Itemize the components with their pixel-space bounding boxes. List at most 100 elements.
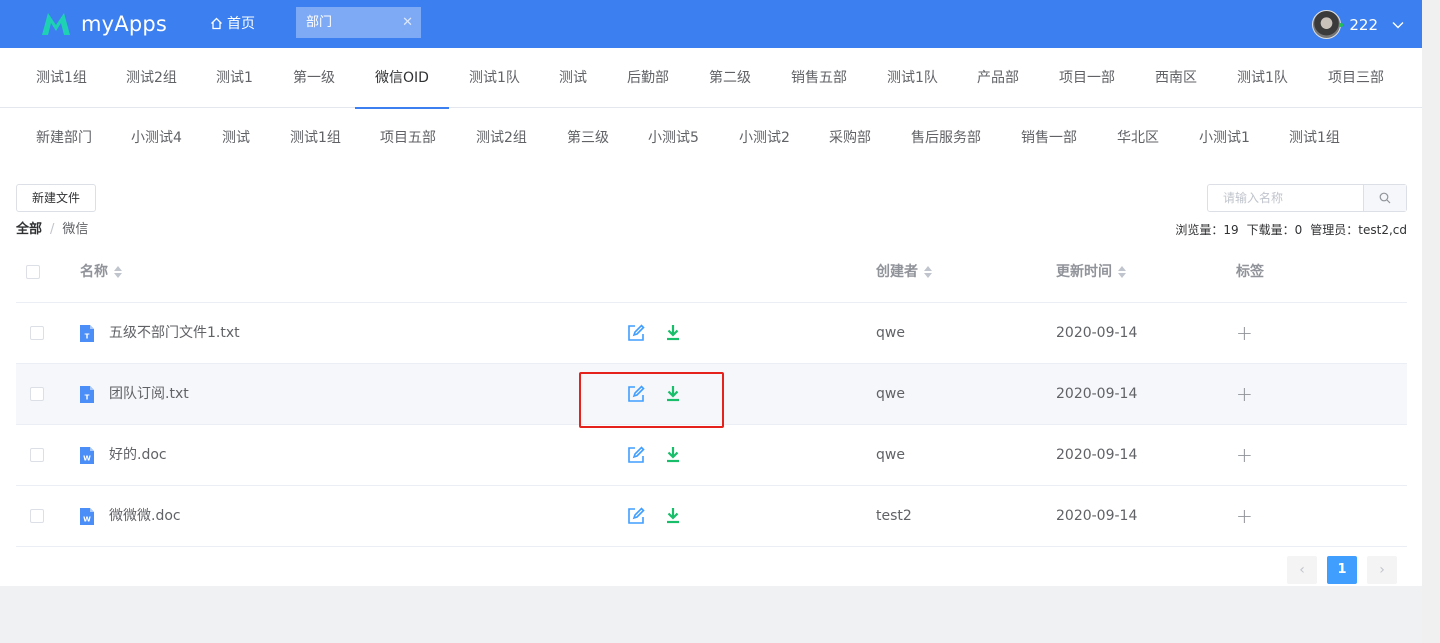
new-file-button[interactable]: 新建文件 [16, 184, 96, 212]
column-updated-label: 更新时间 [1056, 264, 1112, 280]
select-all-checkbox[interactable] [26, 265, 40, 279]
department-tab[interactable]: 后勤部 [627, 48, 669, 108]
sort-icon[interactable] [1118, 266, 1126, 278]
column-header-tags: 标签 [1236, 264, 1264, 280]
user-name: 222 [1349, 15, 1378, 34]
department-tab[interactable]: 采购部 [829, 108, 871, 168]
stats-bar: 浏览量：19 下载量：0 管理员：test2,cd [1167, 221, 1407, 238]
doc-file-icon: W [80, 508, 94, 525]
file-name[interactable]: 团队订阅.txt [109, 364, 189, 425]
download-icon[interactable] [663, 323, 683, 343]
department-tab[interactable]: 测试1 [216, 48, 253, 108]
column-header-creator[interactable]: 创建者 [876, 242, 932, 303]
creator-cell: test2 [876, 508, 912, 524]
row-checkbox[interactable] [30, 387, 44, 401]
add-tag-button[interactable]: + [1236, 486, 1253, 547]
table-row[interactable]: W 微微微.doc test2 2020-09-14 + [16, 486, 1407, 547]
creator-cell: qwe [876, 386, 905, 402]
department-tab[interactable]: 测试2组 [476, 108, 527, 168]
scrollbar-track[interactable] [1422, 0, 1440, 643]
search-button[interactable] [1363, 185, 1406, 211]
department-tab[interactable]: 微信OID [355, 48, 449, 109]
department-tab[interactable]: 销售五部 [791, 48, 847, 108]
download-icon[interactable] [663, 445, 683, 465]
department-tab[interactable]: 测试 [559, 48, 587, 108]
chevron-down-icon[interactable] [1392, 21, 1404, 29]
downloads-count: 下载量：0 [1246, 223, 1303, 237]
department-tab[interactable]: 西南区 [1155, 48, 1197, 108]
add-tag-button[interactable]: + [1236, 303, 1253, 364]
department-tab[interactable]: 小测试5 [648, 108, 699, 168]
department-tab[interactable]: 售后服务部 [911, 108, 981, 168]
close-icon[interactable]: ✕ [402, 7, 413, 38]
department-tab[interactable]: 测试1队 [887, 48, 938, 108]
row-checkbox[interactable] [30, 509, 44, 523]
next-page-button[interactable]: › [1367, 556, 1397, 584]
file-name-cell[interactable]: W 微微微.doc [80, 486, 181, 547]
department-tab[interactable]: 小测试2 [739, 108, 790, 168]
doc-file-icon: W [80, 447, 94, 464]
home-label: 首页 [227, 16, 255, 32]
row-actions [626, 323, 700, 343]
file-name-cell[interactable]: T 五级不部门文件1.txt [80, 303, 240, 364]
txt-file-icon: T [80, 325, 94, 342]
download-icon[interactable] [663, 506, 683, 526]
department-tab[interactable]: 测试1组 [36, 48, 87, 108]
department-tab[interactable]: 项目一部 [1059, 48, 1115, 108]
department-tab[interactable]: 测试1组 [1289, 108, 1340, 168]
add-tag-button[interactable]: + [1236, 364, 1253, 425]
prev-page-button[interactable]: ‹ [1287, 556, 1317, 584]
column-header-updated[interactable]: 更新时间 [1056, 242, 1126, 303]
department-tab[interactable]: 产品部 [977, 48, 1019, 108]
table-row[interactable]: T 五级不部门文件1.txt qwe 2020-09-14 + [16, 303, 1407, 364]
app-title: myApps [81, 12, 168, 36]
department-tab[interactable]: 项目五部 [380, 108, 436, 168]
table-header: 名称 创建者 更新时间 标签 [16, 242, 1407, 303]
file-name[interactable]: 好的.doc [109, 425, 167, 486]
table-row[interactable]: W 好的.doc qwe 2020-09-14 + [16, 425, 1407, 486]
row-checkbox[interactable] [30, 448, 44, 462]
user-menu[interactable]: 222 [1312, 10, 1422, 39]
creator-cell: qwe [876, 447, 905, 463]
sort-icon[interactable] [924, 266, 932, 278]
column-header-name[interactable]: 名称 [80, 242, 122, 303]
department-tab[interactable]: 销售一部 [1021, 108, 1077, 168]
open-tab-department[interactable]: 部门 ✕ [296, 7, 421, 38]
views-count: 浏览量：19 [1175, 223, 1239, 237]
search-icon [1379, 192, 1391, 204]
txt-file-icon: T [80, 386, 94, 403]
file-name[interactable]: 五级不部门文件1.txt [109, 303, 240, 364]
department-tab[interactable]: 新建部门 [36, 108, 92, 168]
svg-text:W: W [83, 455, 91, 463]
department-tab[interactable]: 第三级 [567, 108, 609, 168]
department-tab[interactable]: 测试2组 [126, 48, 177, 108]
department-tab[interactable]: 测试 [222, 108, 250, 168]
page-button-current[interactable]: 1 [1327, 556, 1357, 584]
sort-icon[interactable] [114, 266, 122, 278]
file-name-cell[interactable]: W 好的.doc [80, 425, 167, 486]
department-tab[interactable]: 第二级 [709, 48, 751, 108]
department-tab[interactable]: 第一级 [293, 48, 335, 108]
open-tab-label: 部门 [306, 15, 333, 30]
department-tab[interactable]: 小测试4 [131, 108, 182, 168]
department-tab[interactable]: 项目三部 [1328, 48, 1384, 108]
search-box [1207, 184, 1407, 212]
department-tab[interactable]: 测试1队 [1237, 48, 1288, 108]
department-tab[interactable]: 测试1组 [290, 108, 341, 168]
department-tab[interactable]: 小测试1 [1199, 108, 1250, 168]
row-checkbox[interactable] [30, 326, 44, 340]
add-tag-button[interactable]: + [1236, 425, 1253, 486]
search-input[interactable] [1208, 185, 1363, 211]
avatar[interactable] [1312, 10, 1344, 39]
department-tab[interactable]: 华北区 [1117, 108, 1159, 168]
home-link[interactable]: 首页 [210, 13, 255, 33]
breadcrumb-root[interactable]: 全部 [16, 222, 42, 237]
file-name-cell[interactable]: T 团队订阅.txt [80, 364, 189, 425]
file-name[interactable]: 微微微.doc [109, 486, 181, 547]
edit-icon[interactable] [626, 323, 646, 343]
edit-icon[interactable] [626, 506, 646, 526]
app-logo[interactable]: myApps [40, 8, 167, 40]
edit-icon[interactable] [626, 445, 646, 465]
main-panel: 测试1组 测试2组 测试1 第一级 微信OID 测试1队 测试 后勤部 第二级 销售五部 测试1队产… [0, 48, 1422, 586]
department-tab[interactable]: 测试1队 [469, 48, 520, 108]
